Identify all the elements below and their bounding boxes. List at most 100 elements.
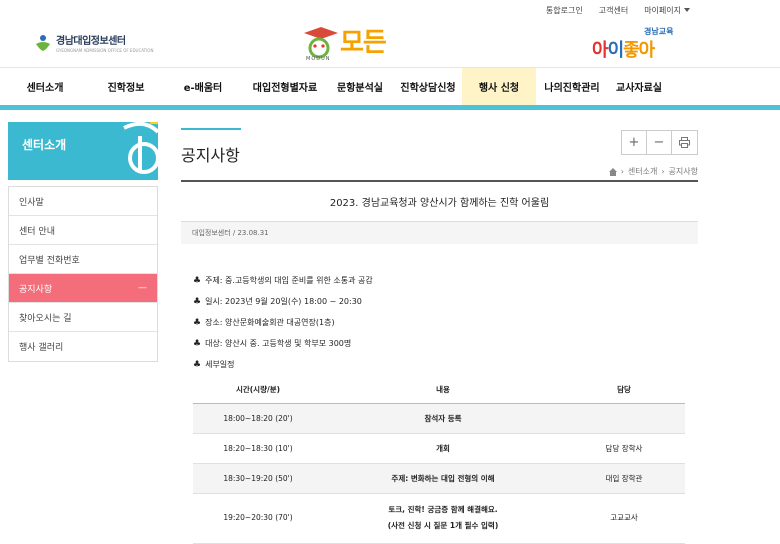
post-line-text: 세부일정 [205, 360, 235, 369]
active-marker-icon: — [138, 283, 147, 293]
nav-item-admission-type-data[interactable]: 대입전형별자료 [244, 68, 326, 105]
cell-time: 19:20~20:30 (70') [193, 493, 323, 544]
site-header: 경남대입정보센터 GYEONGNAM ADMISSION OFFICE OF E… [0, 20, 780, 68]
page-title: 공지사항 [181, 146, 240, 165]
breadcrumb-item[interactable]: 센터소개 [628, 166, 657, 177]
sidebar-menu: 인사말 센터 안내 업무별 전화번호 공지사항 — 찾아오시는 길 행사 갤러리 [8, 186, 158, 362]
cell-owner: 담당 장학사 [563, 433, 685, 464]
sidebar-item-greeting[interactable]: 인사말 [9, 187, 157, 216]
breadcrumb-item-current: 공지사항 [668, 167, 698, 176]
nav-item-event-application[interactable]: 행사 신청 [462, 68, 536, 105]
post-line: ♣ 일시: 2023년 9월 20일(수) 18:00 ~ 20:30 [193, 291, 693, 312]
sidebar: 센터소개 인사말 센터 안내 업무별 전화번호 공지사항 — 찾아오시는 길 행사… [8, 122, 158, 362]
print-icon [679, 137, 690, 148]
sidebar-item-notice[interactable]: 공지사항 — [9, 274, 157, 303]
cell-time: 18:30~19:20 (50') [193, 463, 323, 494]
table-header-row: 시간(시량/분) 내용 담당 [193, 376, 685, 404]
table-row: 19:20~20:30 (70') 토크, 진학! 궁금증 함께 해결해요. (… [193, 493, 685, 544]
integrated-login-link[interactable]: 통합로그인 [546, 5, 583, 16]
column-header: 내용 [323, 376, 563, 404]
main-nav: 센터소개 진학정보 e-배움터 대입전형별자료 문항분석실 진학상담신청 행사 … [0, 68, 780, 110]
nav-item-my-admission[interactable]: 나의진학관리 [536, 68, 608, 105]
post-line: ♣ 장소: 양산문화예술회관 대공연장(1층) [193, 312, 693, 333]
sidebar-item-label: 찾아오시는 길 [19, 313, 72, 324]
sidebar-decoration-icon [123, 122, 158, 174]
modun-logo[interactable]: 모든 MODUN [300, 23, 410, 65]
center-logo-name: 경남대입정보센터 [56, 36, 126, 47]
club-bullet-icon: ♣ [193, 275, 202, 286]
sidebar-item-label: 센터 안내 [19, 226, 55, 237]
nav-item-admission-info[interactable]: 진학정보 [90, 68, 162, 105]
club-bullet-icon: ♣ [193, 317, 202, 328]
club-bullet-icon: ♣ [193, 338, 202, 349]
sidebar-item-phone-numbers[interactable]: 업무별 전화번호 [9, 245, 157, 274]
column-header: 시간(시량/분) [193, 376, 323, 404]
club-bullet-icon: ♣ [193, 296, 202, 307]
sidebar-item-directions[interactable]: 찾아오시는 길 [9, 303, 157, 332]
mypage-link[interactable]: 마이페이지 [644, 5, 690, 16]
title-accent-bar [181, 128, 241, 130]
mypage-label: 마이페이지 [644, 5, 681, 15]
schedule-table: 시간(시량/분) 내용 담당 18:00~18:20 (20') 참석자 등록 … [193, 376, 685, 544]
cell-owner: 대입 장학관 [563, 463, 685, 494]
post-line-text: 일시: 2023년 9월 20일(수) 18:00 ~ 20:30 [205, 297, 362, 306]
nav-item-counseling-request[interactable]: 진학상담신청 [394, 68, 462, 105]
cell-content: 토크, 진학! 궁금증 함께 해결해요. (사전 신청 시 질문 1개 필수 입… [323, 493, 563, 544]
modun-en: MODUN [306, 56, 331, 62]
top-utility-bar: 통합로그인 고객센터 마이페이지 [0, 0, 780, 20]
cell-content-line: (사전 신청 시 질문 1개 필수 입력) [387, 521, 499, 530]
club-bullet-icon: ♣ [193, 359, 202, 370]
cell-owner [563, 403, 685, 434]
breadcrumb-separator-icon: › [620, 167, 624, 176]
nav-item-e-learning[interactable]: e-배움터 [162, 68, 244, 105]
post-line-text: 주제: 중.고등학생의 대입 준비를 위한 소통과 공감 [205, 276, 373, 285]
cell-time: 18:00~18:20 (20') [193, 403, 323, 434]
nav-item-teacher-resources[interactable]: 교사자료실 [608, 68, 670, 105]
post-body: ♣ 주제: 중.고등학생의 대입 준비를 위한 소통과 공감 ♣ 일시: 2023년… [193, 270, 693, 375]
cell-content: 개회 [323, 433, 563, 464]
aijoa-wordmark: 아이좋아 [592, 36, 655, 62]
print-button[interactable] [672, 131, 697, 154]
aijoa-part-3: 좋아 [623, 40, 655, 61]
sidebar-header: 센터소개 [8, 122, 158, 180]
customer-center-link[interactable]: 고객센터 [599, 5, 628, 16]
page-tools: + − [621, 130, 698, 155]
post-line-text: 대상: 양산시 중. 고등학생 및 학부모 300명 [205, 339, 352, 348]
table-row: 18:20~18:30 (10') 개회 담당 장학사 [193, 433, 685, 464]
breadcrumb-separator-icon: › [661, 167, 665, 176]
cell-content: 참석자 등록 [323, 403, 563, 434]
table-row: 18:00~18:20 (20') 참석자 등록 [193, 403, 685, 434]
sidebar-item-label: 공지사항 [19, 284, 53, 295]
column-header: 담당 [563, 376, 685, 404]
sidebar-item-label: 행사 갤러리 [19, 343, 64, 353]
home-icon[interactable] [608, 167, 617, 176]
post-line: ♣ 대상: 양산시 중. 고등학생 및 학부모 300명 [193, 333, 693, 354]
cell-content-line: 토크, 진학! 궁금증 함께 해결해요. [388, 505, 498, 514]
nav-item-question-analysis[interactable]: 문항분석실 [326, 68, 394, 105]
cell-time: 18:20~18:30 (10') [193, 433, 323, 464]
zoom-out-button[interactable]: − [647, 131, 672, 154]
main-content: 공지사항 + − › 센터소개 › 공지사항 2023. 경남교육청과 양산시가… [181, 122, 698, 544]
breadcrumb: › 센터소개 › 공지사항 [608, 166, 698, 177]
sidebar-item-label: 업무별 전화번호 [19, 255, 80, 266]
cell-content: 주제: 변화하는 대입 전형의 이해 [323, 463, 563, 494]
nav-item-center-intro[interactable]: 센터소개 [0, 68, 90, 105]
sidebar-item-event-gallery[interactable]: 행사 갤러리 [9, 332, 157, 361]
center-logo-sub: GYEONGNAM ADMISSION OFFICE OF EDUCATION [56, 48, 154, 53]
aijoa-part-2: 이 [607, 40, 625, 61]
table-row: 18:30~19:20 (50') 주제: 변화하는 대입 전형의 이해 대입 … [193, 463, 685, 494]
modun-brand: 모든 [340, 28, 387, 58]
cell-owner: 고교교사 [563, 493, 685, 544]
center-logo-link[interactable]: 경남대입정보센터 GYEONGNAM ADMISSION OFFICE OF E… [34, 32, 153, 53]
caret-down-icon [684, 8, 690, 12]
post-line-text: 장소: 양산문화예술회관 대공연장(1층) [205, 318, 335, 327]
sidebar-item-center-guide[interactable]: 센터 안내 [9, 216, 157, 245]
post-title: 2023. 경남교육청과 양산시가 함께하는 진학 어울림 [181, 180, 698, 222]
zoom-in-button[interactable]: + [622, 131, 647, 154]
sidebar-item-label: 인사말 [19, 197, 44, 208]
aijoa-logo[interactable]: 경남교육 아이좋아 [592, 26, 702, 62]
post-line: ♣ 세부일정 [193, 354, 693, 375]
post-line: ♣ 주제: 중.고등학생의 대입 준비를 위한 소통과 공감 [193, 270, 693, 291]
aijoa-part-1: 아 [592, 40, 609, 61]
sidebar-title: 센터소개 [22, 138, 67, 152]
